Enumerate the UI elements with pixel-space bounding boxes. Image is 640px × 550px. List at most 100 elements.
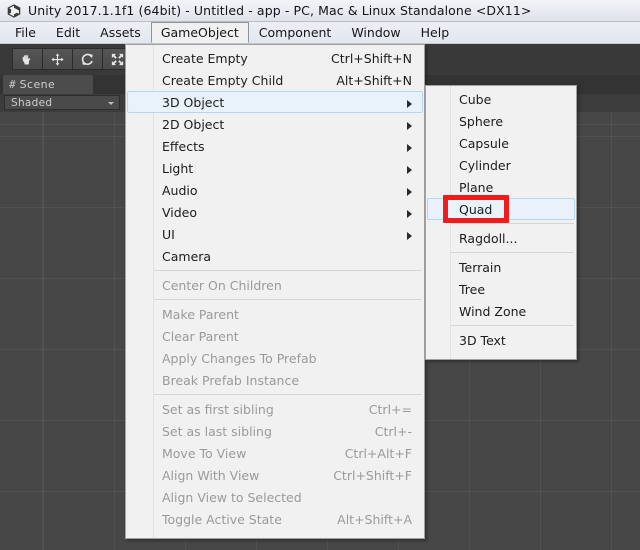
menu-item-label: Sphere: [459, 113, 504, 129]
menubar-item-window[interactable]: Window: [341, 22, 410, 43]
menu-separator: [154, 270, 422, 271]
menu-item-video[interactable]: Video: [127, 201, 423, 223]
menu-item-label: Apply Changes To Prefab: [162, 350, 317, 366]
hand-tool-button[interactable]: [12, 48, 42, 70]
menubar-item-file[interactable]: File: [5, 22, 46, 43]
menu-item-effects[interactable]: Effects: [127, 135, 423, 157]
hand-tool-icon: [22, 54, 31, 64]
menu-bar: File Edit Assets GameObject Component Wi…: [0, 22, 640, 44]
menubar-item-assets[interactable]: Assets: [90, 22, 151, 43]
menu-item-label: 3D Object: [162, 94, 225, 110]
menu-item-shortcut: Alt+Shift+N: [336, 72, 412, 88]
menu-separator: [154, 299, 422, 300]
menu-item-label: Align View to Selected: [162, 489, 302, 505]
menu-item-3d-object[interactable]: 3D Object: [127, 91, 423, 113]
menu-item-ui[interactable]: UI: [127, 223, 423, 245]
menu-item-clear-parent: Clear Parent: [127, 325, 423, 347]
menubar-item-help[interactable]: Help: [411, 22, 460, 43]
menu-item-shortcut: Ctrl+Alt+F: [344, 445, 412, 461]
menu-item-label: Create Empty: [162, 50, 248, 66]
menu-item-label: Move To View: [162, 445, 247, 461]
submenu-item-terrain[interactable]: Terrain: [427, 256, 575, 278]
menu-item-label: Quad: [459, 201, 493, 217]
menu-item-shortcut: Ctrl+-: [374, 423, 412, 439]
menu-item-label: Tree: [459, 281, 486, 297]
3d-object-submenu: Cube Sphere Capsule Cylinder Plane Quad …: [425, 85, 577, 360]
menu-item-create-empty[interactable]: Create Empty Ctrl+Shift+N: [127, 47, 423, 69]
menu-item-label: Audio: [162, 182, 198, 198]
menu-item-audio[interactable]: Audio: [127, 179, 423, 201]
menu-item-align-with-view: Align With View Ctrl+Shift+F: [127, 464, 423, 486]
menu-item-label: Set as last sibling: [162, 423, 272, 439]
chevron-right-icon: [407, 188, 412, 196]
menu-item-camera[interactable]: Camera: [127, 245, 423, 267]
menu-item-toggle-active-state: Toggle Active State Alt+Shift+A: [127, 508, 423, 530]
unity-editor-window: Unity 2017.1.1f1 (64bit) - Untitled - ap…: [0, 0, 640, 550]
chevron-right-icon: [407, 122, 412, 130]
menu-item-label: Cylinder: [459, 157, 511, 173]
menu-item-label: Clear Parent: [162, 328, 239, 344]
menu-separator: [451, 223, 574, 224]
shading-mode-label: Shaded: [11, 96, 53, 109]
menu-item-label: Camera: [162, 248, 212, 264]
menu-item-2d-object[interactable]: 2D Object: [127, 113, 423, 135]
menu-item-label: Ragdoll...: [459, 230, 518, 246]
window-title: Unity 2017.1.1f1 (64bit) - Untitled - ap…: [28, 3, 532, 18]
menu-item-label: Terrain: [459, 259, 502, 275]
chevron-down-icon: [108, 102, 114, 105]
menu-item-shortcut: Ctrl+Shift+F: [333, 467, 412, 483]
menu-item-apply-changes-to-prefab: Apply Changes To Prefab: [127, 347, 423, 369]
unity-cube-icon: [7, 3, 21, 18]
move-tool-icon: [51, 52, 64, 66]
gameobject-dropdown-menu: Create Empty Ctrl+Shift+N Create Empty C…: [125, 44, 425, 539]
shading-mode-dropdown[interactable]: Shaded: [4, 95, 120, 110]
submenu-item-capsule[interactable]: Capsule: [427, 132, 575, 154]
menu-item-label: Video: [162, 204, 198, 220]
menu-item-label: Plane: [459, 179, 494, 195]
menu-item-create-empty-child[interactable]: Create Empty Child Alt+Shift+N: [127, 69, 423, 91]
menubar-item-gameobject[interactable]: GameObject: [150, 22, 249, 43]
submenu-item-cube[interactable]: Cube: [427, 88, 575, 110]
submenu-item-wind-zone[interactable]: Wind Zone: [427, 300, 575, 322]
menu-item-label: Break Prefab Instance: [162, 372, 300, 388]
menu-item-set-as-last-sibling: Set as last sibling Ctrl+-: [127, 420, 423, 442]
menu-item-break-prefab-instance: Break Prefab Instance: [127, 369, 423, 391]
menu-item-label: 3D Text: [459, 332, 506, 348]
transform-tools-group: [12, 48, 132, 70]
submenu-item-plane[interactable]: Plane: [427, 176, 575, 198]
menu-item-shortcut: Ctrl+=: [368, 401, 412, 417]
submenu-item-3d-text[interactable]: 3D Text: [427, 329, 575, 351]
chevron-right-icon: [407, 232, 412, 240]
menu-separator: [451, 325, 574, 326]
menu-item-label: Make Parent: [162, 306, 239, 322]
menu-item-label: Align With View: [162, 467, 260, 483]
menubar-item-component[interactable]: Component: [249, 22, 342, 43]
rotate-tool-icon: [81, 53, 93, 65]
menu-item-label: Effects: [162, 138, 205, 154]
menu-item-center-on-children: Center On Children: [127, 274, 423, 296]
menu-item-label: Capsule: [459, 135, 509, 151]
menubar-item-edit[interactable]: Edit: [46, 22, 90, 43]
move-tool-button[interactable]: [42, 48, 72, 70]
menu-item-make-parent: Make Parent: [127, 303, 423, 325]
rotate-tool-button[interactable]: [72, 48, 102, 70]
submenu-item-quad[interactable]: Quad: [427, 198, 575, 220]
window-titlebar: Unity 2017.1.1f1 (64bit) - Untitled - ap…: [0, 0, 640, 22]
menu-item-set-as-first-sibling: Set as first sibling Ctrl+=: [127, 398, 423, 420]
menu-item-light[interactable]: Light: [127, 157, 423, 179]
submenu-item-tree[interactable]: Tree: [427, 278, 575, 300]
submenu-item-cylinder[interactable]: Cylinder: [427, 154, 575, 176]
submenu-item-ragdoll[interactable]: Ragdoll...: [427, 227, 575, 249]
menu-item-align-view-to-selected: Align View to Selected: [127, 486, 423, 508]
chevron-right-icon: [407, 166, 412, 174]
menu-item-label: Light: [162, 160, 194, 176]
submenu-item-sphere[interactable]: Sphere: [427, 110, 575, 132]
tab-scene[interactable]: # Scene: [3, 75, 93, 94]
menu-item-shortcut: Alt+Shift+A: [337, 511, 412, 527]
menu-item-label: Center On Children: [162, 277, 282, 293]
menu-separator: [451, 252, 574, 253]
tab-scene-label: Scene: [19, 78, 56, 91]
menu-item-label: Set as first sibling: [162, 401, 274, 417]
menu-item-label: Wind Zone: [459, 303, 527, 319]
menu-item-label: UI: [162, 226, 175, 242]
